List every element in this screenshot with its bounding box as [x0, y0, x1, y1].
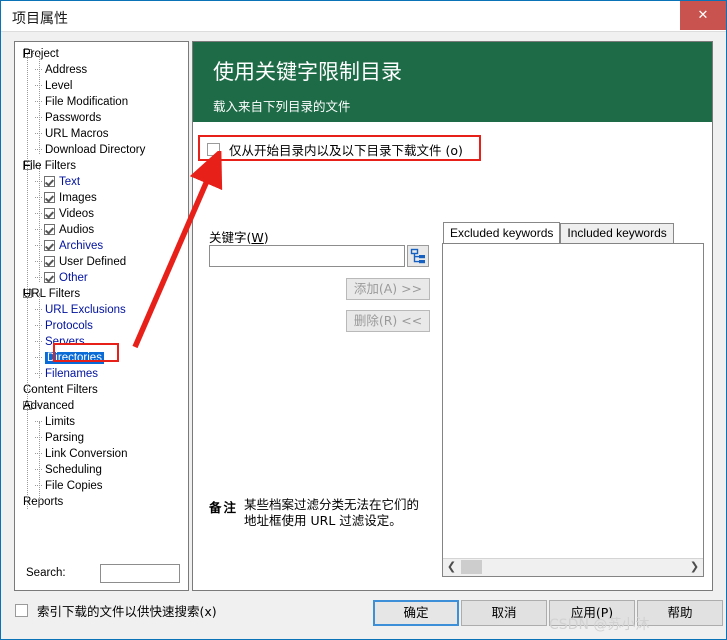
- tree-item-label: Archives: [59, 240, 104, 252]
- tab-excluded-keywords[interactable]: Excluded keywords: [443, 222, 561, 244]
- directories-settings-panel: 使用关键字限制目录 载入来自下列目录的文件 仅从开始目录内以及以下目录下载文件 …: [192, 41, 713, 591]
- index-downloaded-files-checkbox[interactable]: [15, 604, 28, 617]
- tree-item-label: Servers: [45, 336, 85, 348]
- cancel-button[interactable]: 取消: [461, 600, 547, 626]
- tree-item-label: Filenames: [45, 368, 99, 380]
- project-properties-dialog: 项目属性 ✕ Project Address Level File Modificat…: [0, 0, 727, 640]
- tree-item-content-filters[interactable]: Content Filters: [15, 382, 188, 398]
- keyword-list[interactable]: ❮ ❯: [442, 243, 704, 577]
- tree-item-label: File Modification: [45, 96, 129, 108]
- index-downloaded-files-row[interactable]: 索引下载的文件以供快速搜索(x): [15, 601, 217, 620]
- tree-item-label: URL Macros: [45, 128, 109, 140]
- tree-item-label: Link Conversion: [45, 448, 128, 460]
- tree-item-checkbox[interactable]: [44, 176, 55, 187]
- tab-included-keywords[interactable]: Included keywords: [560, 223, 674, 244]
- tree-hierarchy-icon[interactable]: [407, 245, 429, 267]
- keyword-label-prefix: 关键字(: [209, 230, 252, 245]
- tree-item-label: Protocols: [45, 320, 93, 332]
- tree-item-label: Images: [59, 192, 97, 204]
- page-title: 项目属性: [12, 11, 68, 27]
- tree-item-checkbox[interactable]: [44, 256, 55, 267]
- settings-tree[interactable]: Project Address Level File Modification Pass…: [15, 46, 188, 510]
- tree-item-label: Download Directory: [45, 144, 146, 156]
- tree-item-label: Content Filters: [23, 384, 98, 396]
- ok-button[interactable]: 确定: [373, 600, 459, 626]
- add-keyword-button[interactable]: 添加(A) >>: [346, 278, 430, 300]
- tree-item-label: File Copies: [45, 480, 103, 492]
- tree-item-checkbox[interactable]: [44, 192, 55, 203]
- tree-item-checkbox[interactable]: [44, 208, 55, 219]
- search-label: Search:: [26, 567, 66, 579]
- tree-item-label: File Filters: [23, 160, 77, 172]
- tree-item-label: Videos: [59, 208, 94, 220]
- keyword-list-horizontal-scrollbar[interactable]: ❮ ❯: [443, 558, 703, 576]
- keyword-tabs[interactable]: Excluded keywords Included keywords: [443, 222, 674, 244]
- tree-item-checkbox[interactable]: [44, 224, 55, 235]
- restrict-to-start-directory-row[interactable]: 仅从开始目录内以及以下目录下载文件 (o): [207, 138, 463, 160]
- tree-item-checkbox[interactable]: [44, 240, 55, 251]
- tree-item-label: Advanced: [23, 400, 75, 412]
- help-button[interactable]: 帮助: [637, 600, 723, 626]
- tree-item-label: Other: [59, 272, 88, 284]
- keyword-input[interactable]: [209, 245, 405, 267]
- tree-item-label: Level: [45, 80, 73, 92]
- settings-tree-panel: Project Address Level File Modification Pass…: [14, 41, 189, 591]
- scroll-left-icon[interactable]: ❮: [443, 559, 460, 575]
- tree-item-label: Limits: [45, 416, 76, 428]
- tree-item-label: Directories: [45, 352, 104, 364]
- tree-item-label: Text: [59, 176, 81, 188]
- note-label: 备注: [209, 500, 239, 515]
- tree-item-advanced[interactable]: Advanced: [15, 398, 188, 414]
- keyword-label: 关键字(W): [209, 227, 269, 246]
- tree-trunk-line: [39, 54, 41, 154]
- tree-trunk-line: [39, 294, 41, 378]
- tree-item-label: Reports: [23, 496, 64, 508]
- note-block: 备注 某些档案过滤分类无法在它们的地址框使用 URL 过滤设定。: [209, 497, 424, 529]
- close-icon[interactable]: ✕: [680, 1, 726, 30]
- restrict-to-start-directory-label: 仅从开始目录内以及以下目录下载文件 (o): [229, 142, 463, 158]
- panel-title: 使用关键字限制目录: [213, 60, 402, 84]
- tree-search-row: Search:: [16, 561, 187, 589]
- panel-subtitle: 载入来自下列目录的文件: [213, 99, 351, 114]
- tree-item-label: User Defined: [59, 256, 127, 268]
- search-input[interactable]: [100, 564, 180, 583]
- tree-item-label: URL Filters: [23, 288, 81, 300]
- restrict-to-start-directory-checkbox[interactable]: [207, 142, 220, 156]
- tree-item-label: Address: [45, 64, 88, 76]
- tree-trunk-line: [39, 166, 41, 282]
- tree-item-label: Passwords: [45, 112, 102, 124]
- note-text: 某些档案过滤分类无法在它们的地址框使用 URL 过滤设定。: [244, 497, 420, 528]
- tree-item-label: Parsing: [45, 432, 84, 444]
- tree-item-label: URL Exclusions: [45, 304, 126, 316]
- tree-item-label: Audios: [59, 224, 95, 236]
- keyword-label-suffix: ): [263, 230, 269, 245]
- delete-keyword-button[interactable]: 删除(R) <<: [346, 310, 430, 332]
- tree-item-checkbox[interactable]: [44, 272, 55, 283]
- scrollbar-thumb[interactable]: [461, 560, 482, 574]
- tree-trunk-line: [39, 422, 41, 506]
- tree-trunk-line: [27, 54, 29, 509]
- tree-item-label: Scheduling: [45, 464, 102, 476]
- apply-button[interactable]: 应用(P): [549, 600, 635, 626]
- title-bar: 项目属性 ✕: [1, 1, 726, 32]
- keyword-label-accesskey: W: [251, 230, 264, 245]
- index-downloaded-files-label: 索引下载的文件以供快速搜索(x): [37, 604, 217, 619]
- scroll-right-icon[interactable]: ❯: [686, 559, 703, 575]
- panel-header-banner: 使用关键字限制目录 载入来自下列目录的文件: [193, 42, 712, 122]
